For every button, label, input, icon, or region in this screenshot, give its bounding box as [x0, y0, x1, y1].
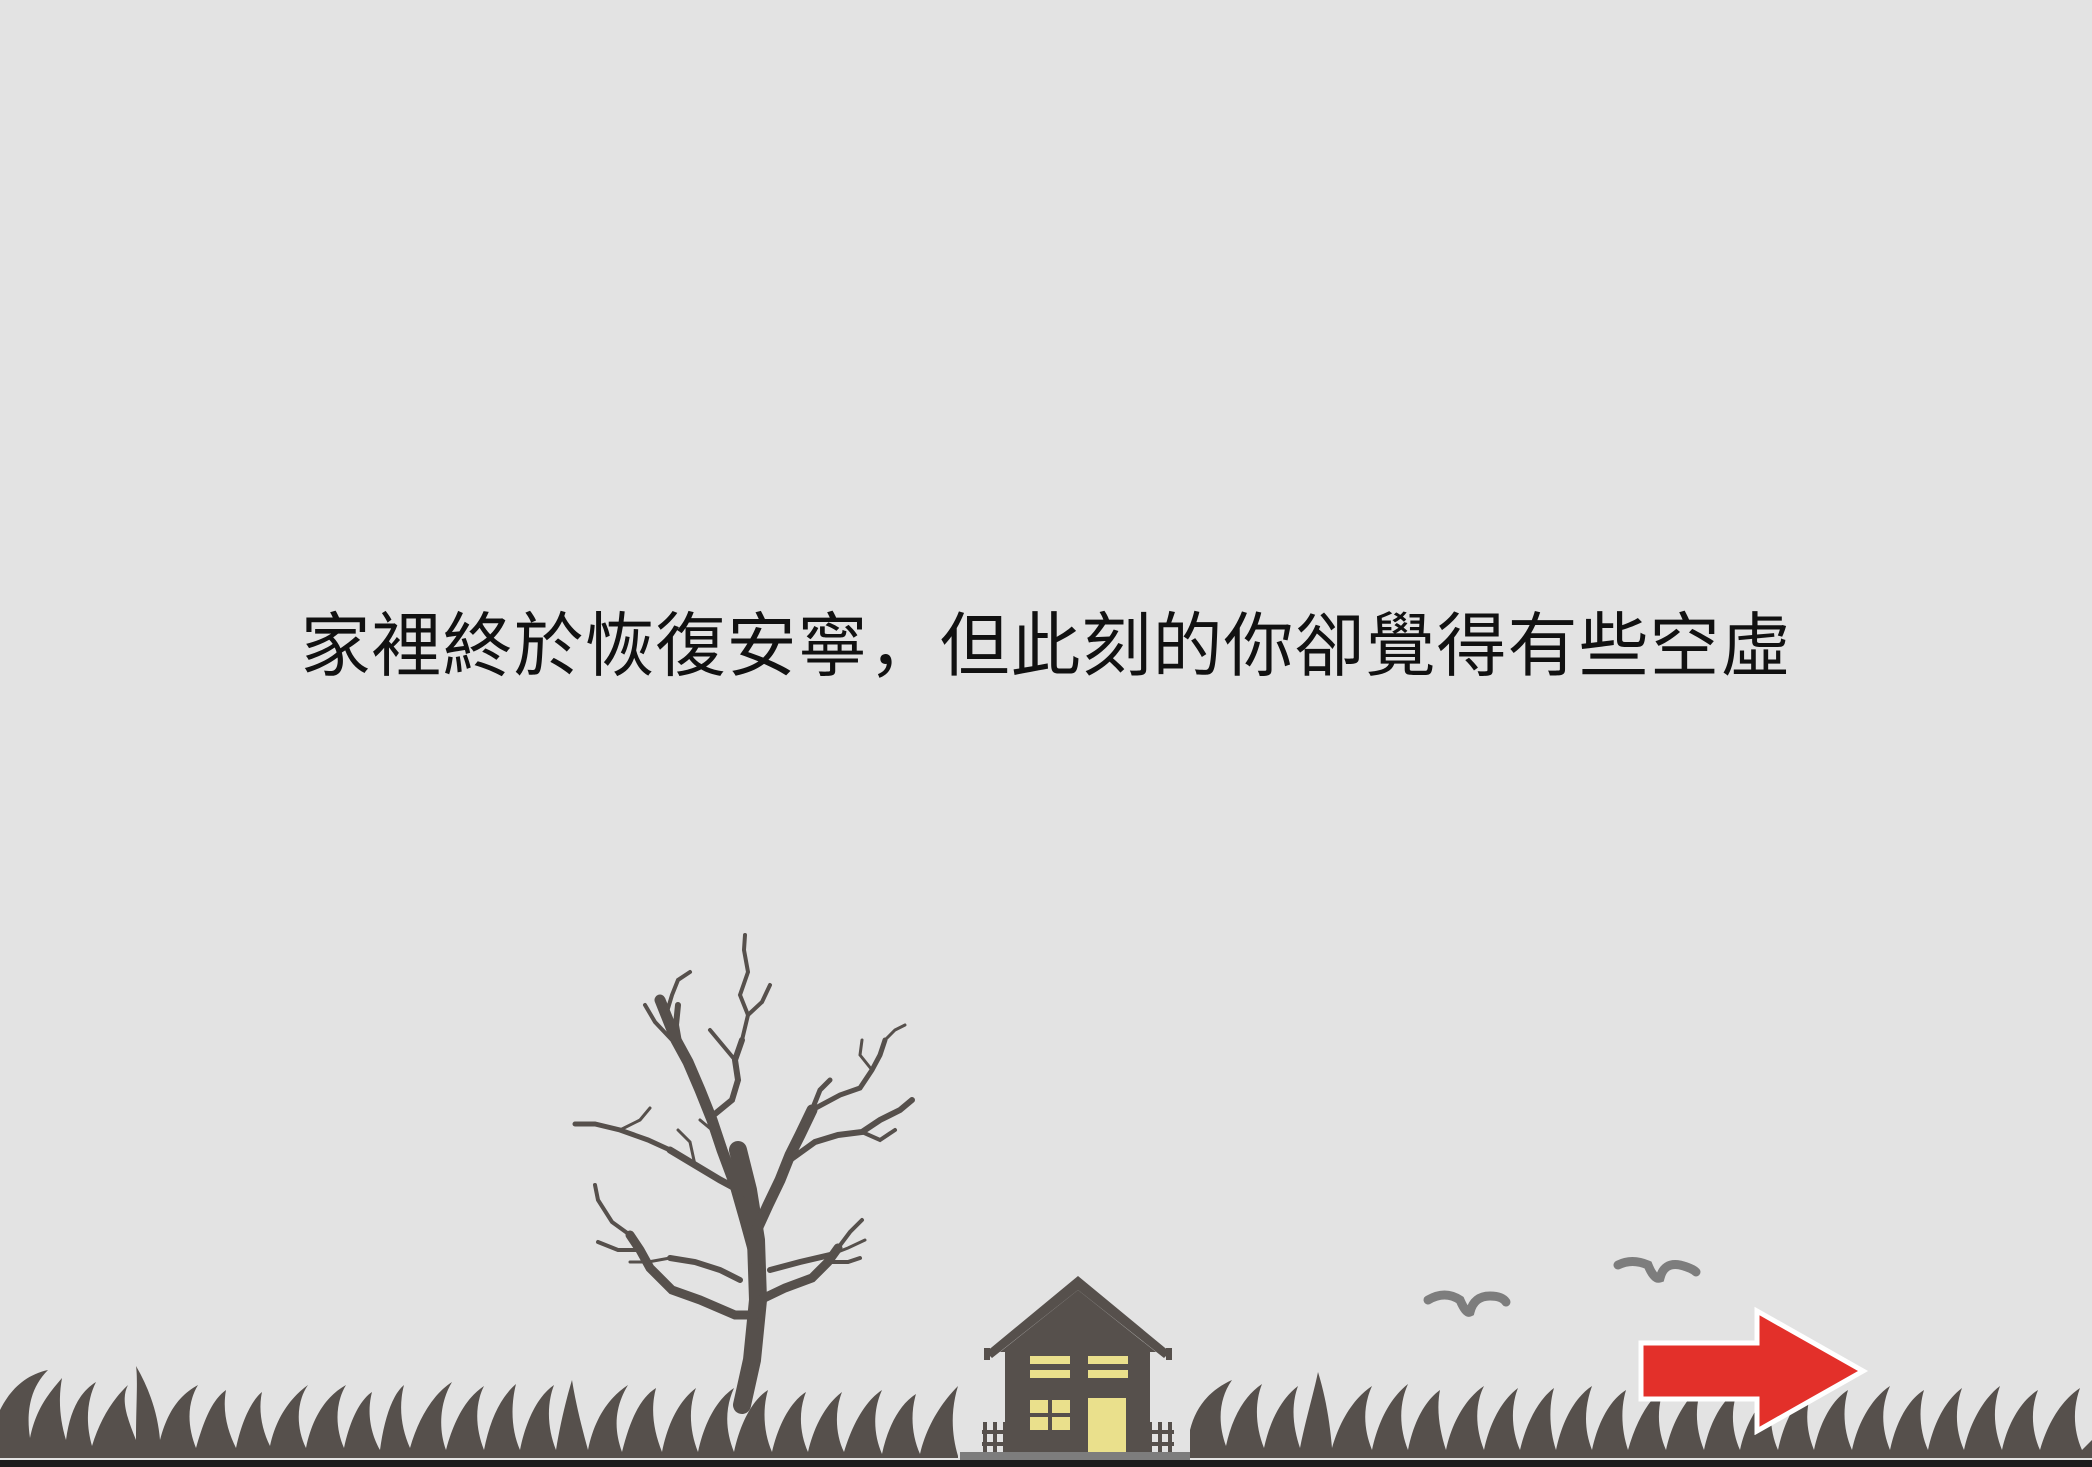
scene-illustration — [0, 933, 2092, 1467]
window-left-upper — [1030, 1356, 1070, 1364]
door — [1088, 1398, 1126, 1452]
grass-left — [0, 1366, 958, 1458]
window-left-lower — [1030, 1370, 1070, 1378]
right-arrow-icon — [1638, 1306, 1869, 1436]
story-scene: 家裡終於恢復安寧，但此刻的你卻覺得有些空虛 — [0, 0, 2092, 1467]
house — [984, 1276, 1172, 1456]
bare-tree — [572, 933, 915, 1414]
window-right-lower — [1088, 1370, 1128, 1378]
next-button[interactable] — [1635, 1305, 1870, 1436]
ground-line — [0, 1460, 2092, 1467]
window-right-upper — [1088, 1356, 1128, 1364]
